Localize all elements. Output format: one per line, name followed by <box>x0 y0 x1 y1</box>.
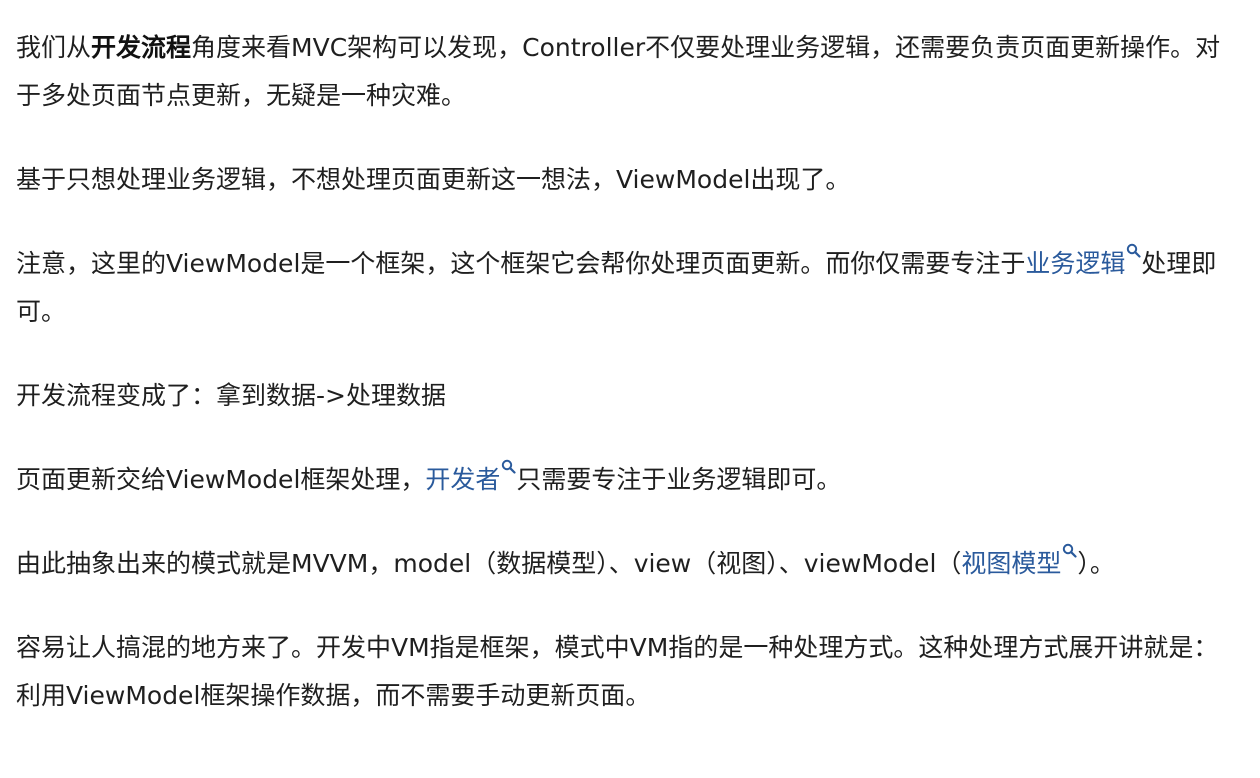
search-icon <box>501 459 517 474</box>
paragraph-6-text-before: 由此抽象出来的模式就是MVVM，model（数据模型）、view（视图）、vie… <box>16 549 962 578</box>
paragraph-3-text-before: 注意，这里的ViewModel是一个框架，这个框架它会帮你处理页面更新。而你仅需… <box>16 249 1026 278</box>
paragraph-4-text: 开发流程变成了：拿到数据->处理数据 <box>16 381 446 410</box>
paragraph-6: 由此抽象出来的模式就是MVVM，model（数据模型）、view（视图）、vie… <box>16 540 1242 588</box>
paragraph-2: 基于只想处理业务逻辑，不想处理页面更新这一想法，ViewModel出现了。 <box>16 156 1242 204</box>
paragraph-5-text-before: 页面更新交给ViewModel框架处理， <box>16 465 426 494</box>
keyword-link-business-logic-label: 业务逻辑 <box>1025 249 1126 278</box>
paragraph-4: 开发流程变成了：拿到数据->处理数据 <box>16 372 1242 420</box>
paragraph-3: 注意，这里的ViewModel是一个框架，这个框架它会帮你处理页面更新。而你仅需… <box>16 240 1242 336</box>
paragraph-7: 容易让人搞混的地方来了。开发中VM指是框架，模式中VM指的是一种处理方式。这种处… <box>16 624 1242 720</box>
keyword-link-developer[interactable]: 开发者 <box>425 459 517 494</box>
keyword-link-business-logic[interactable]: 业务逻辑 <box>1025 243 1142 278</box>
paragraph-5-text-after: 只需要专注于业务逻辑即可。 <box>516 465 842 494</box>
search-icon <box>1062 543 1078 558</box>
paragraph-2-text: 基于只想处理业务逻辑，不想处理页面更新这一想法，ViewModel出现了。 <box>16 165 851 194</box>
article-body: 我们从开发流程角度来看MVC架构可以发现，Controller不仅要处理业务逻辑… <box>16 24 1242 720</box>
keyword-link-view-model-label: 视图模型 <box>961 549 1062 578</box>
paragraph-6-text-after: ）。 <box>1077 549 1115 578</box>
search-icon <box>1126 243 1142 258</box>
keyword-link-developer-label: 开发者 <box>425 465 501 494</box>
paragraph-1-bold-term: 开发流程 <box>91 33 192 62</box>
paragraph-1-text-before: 我们从 <box>16 33 92 62</box>
paragraph-1-text-after: 角度来看MVC架构可以发现，Controller不仅要处理业务逻辑，还需要负责页… <box>16 33 1221 110</box>
keyword-link-view-model[interactable]: 视图模型 <box>961 543 1078 578</box>
paragraph-1: 我们从开发流程角度来看MVC架构可以发现，Controller不仅要处理业务逻辑… <box>16 24 1242 120</box>
paragraph-5: 页面更新交给ViewModel框架处理，开发者 只需要专注于业务逻辑即可。 <box>16 456 1242 504</box>
paragraph-7-text: 容易让人搞混的地方来了。开发中VM指是框架，模式中VM指的是一种处理方式。这种处… <box>16 633 1219 710</box>
